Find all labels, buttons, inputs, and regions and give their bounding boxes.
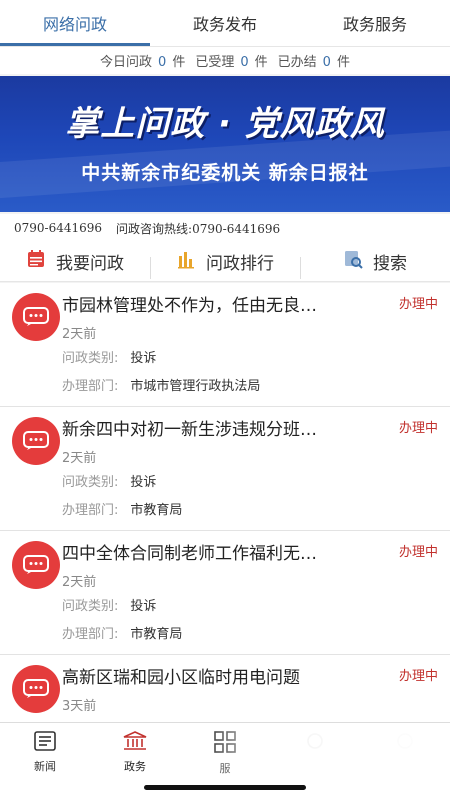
nav-government-label: 政务 (124, 760, 146, 773)
search-label: 搜索 (373, 254, 407, 274)
tab-label: 政务服务 (342, 15, 407, 34)
hotline-bar: 0790-6441696 问政咨询热线:0790-6441696 (0, 214, 450, 242)
hotline-phone-1[interactable]: 0790-6441696 (14, 221, 102, 235)
stat-accepted: 已受理 0 件 (195, 51, 267, 70)
status-badge: 办理中 (398, 421, 438, 436)
overlay-fade (205, 724, 450, 784)
news-icon (34, 731, 56, 754)
item-type-value: 投诉 (130, 351, 157, 366)
home-indicator[interactable] (144, 785, 306, 790)
hotline-label: 问政咨询热线: (116, 221, 193, 236)
item-time: 3天前 (62, 699, 97, 714)
list-item[interactable]: 四中全体合同制老师工作福利无… 办理中 2天前 问政类别: 投诉 办理部门: 市教育… (0, 531, 450, 655)
stats-bar: 今日问政 0 件 已受理 0 件 已办结 0 件 (0, 46, 450, 74)
stat-done-label: 已办结 (277, 55, 317, 70)
tab-zhengwu-fabu[interactable]: 政务发布 (150, 0, 300, 46)
item-dept-label: 办理部门: (62, 379, 119, 394)
stat-done-value: 0 (322, 55, 331, 70)
stat-unit: 件 (336, 55, 350, 70)
calendar-icon (26, 249, 46, 274)
banner-subtitle: 中共新余市纪委机关 新余日报社 (81, 162, 369, 184)
item-type-label: 问政类别: (62, 599, 119, 614)
tab-zhengwu-fuwu[interactable]: 政务服务 (300, 0, 450, 46)
item-dept-label: 办理部门: (62, 503, 119, 518)
stat-done: 已办结 0 件 (278, 51, 350, 70)
item-dept-value: 市教育局 (130, 627, 183, 642)
item-time: 2天前 (62, 451, 97, 466)
search-button[interactable]: 搜索 (300, 249, 450, 279)
ask-question-button[interactable]: 我要问政 (0, 249, 150, 274)
ranking-label: 问政排行 (206, 254, 274, 274)
bar-chart-icon (176, 249, 196, 274)
item-title: 新余四中对初一新生涉违规分班… (62, 420, 317, 440)
ranking-button[interactable]: 问政排行 (150, 249, 300, 279)
banner-title: 掌上问政 · 党风政风 (65, 104, 385, 144)
item-dept-row: 办理部门: 市教育局 (62, 623, 182, 642)
stat-accepted-value: 0 (240, 55, 249, 70)
item-type-label: 问政类别: (62, 351, 119, 366)
question-list: 市园林管理处不作为，任由无良… 办理中 2天前 问政类别: 投诉 办理部门: 市城市… (0, 283, 450, 779)
status-badge: 办理中 (398, 669, 438, 684)
item-dept-value: 市城市管理行政执法局 (130, 379, 261, 394)
stat-accepted-label: 已受理 (195, 55, 235, 70)
list-item[interactable]: 新余四中对初一新生涉违规分班… 办理中 2天前 问政类别: 投诉 办理部门: 市教育… (0, 407, 450, 531)
item-title: 市园林管理处不作为，任由无良… (62, 296, 317, 316)
status-badge: 办理中 (398, 297, 438, 312)
nav-news-label: 新闻 (34, 760, 56, 773)
item-type-row: 问政类别: 投诉 (62, 595, 156, 614)
item-dept-row: 办理部门: 市教育局 (62, 499, 182, 518)
promo-banner[interactable]: 掌上问政 · 党风政风 中共新余市纪委机关 新余日报社 (0, 76, 450, 212)
chat-bubble-icon (12, 541, 60, 589)
item-dept-label: 办理部门: (62, 627, 119, 642)
stat-unit: 件 (172, 55, 186, 70)
search-icon (343, 249, 363, 274)
item-dept-row: 办理部门: 市城市管理行政执法局 (62, 375, 260, 394)
hotline-consult: 问政咨询热线:0790-6441696 (116, 220, 280, 237)
item-dept-value: 市教育局 (130, 503, 183, 518)
stat-today-value: 0 (158, 55, 167, 70)
top-tab-bar: 网络问政 政务发布 政务服务 (0, 0, 450, 46)
government-icon (123, 731, 147, 754)
chat-bubble-icon (12, 417, 60, 465)
hotline-phone-2[interactable]: 0790-6441696 (192, 222, 280, 236)
list-item[interactable]: 市园林管理处不作为，任由无良… 办理中 2天前 问政类别: 投诉 办理部门: 市城市… (0, 283, 450, 407)
tab-label: 政务发布 (192, 15, 257, 34)
stat-today: 今日问政 0 件 (100, 51, 185, 70)
item-type-label: 问政类别: (62, 475, 119, 490)
item-time: 2天前 (62, 575, 97, 590)
chat-bubble-icon (12, 665, 60, 713)
item-type-row: 问政类别: 投诉 (62, 347, 156, 366)
item-time: 2天前 (62, 327, 97, 342)
nav-news[interactable]: 新闻 (0, 723, 90, 800)
item-title: 高新区瑞和园小区临时用电问题 (62, 668, 300, 688)
status-badge: 办理中 (398, 545, 438, 560)
item-type-value: 投诉 (130, 475, 157, 490)
action-row: 我要问政 问政排行 搜索 (0, 242, 450, 282)
tab-wangluo-wenzheng[interactable]: 网络问政 (0, 0, 150, 46)
tab-label: 网络问政 (42, 15, 107, 34)
item-title: 四中全体合同制老师工作福利无… (62, 544, 317, 564)
chat-bubble-icon (12, 293, 60, 341)
item-type-row: 问政类别: 投诉 (62, 471, 156, 490)
stat-today-label: 今日问政 (100, 55, 153, 70)
ask-question-label: 我要问政 (56, 254, 124, 274)
stat-unit: 件 (254, 55, 268, 70)
item-type-value: 投诉 (130, 599, 157, 614)
